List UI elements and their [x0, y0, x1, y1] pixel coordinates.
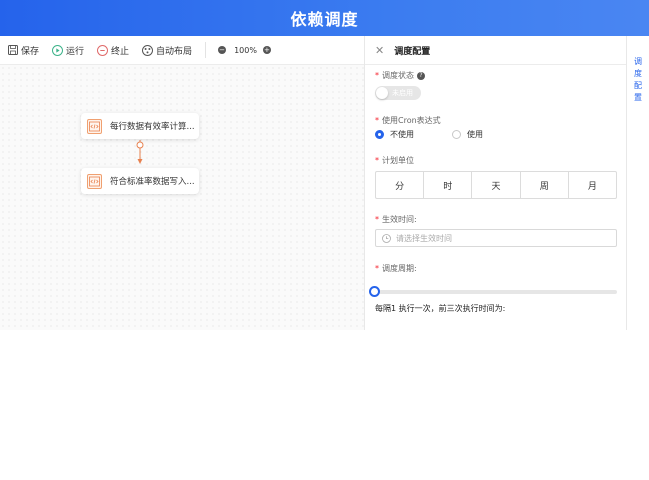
auto-layout-label: 自动布局	[156, 46, 193, 57]
radio-selected	[375, 130, 384, 139]
task-node-label: 符合标准率数据写入...	[110, 177, 195, 187]
zoom-in-button[interactable]: +	[262, 46, 271, 54]
required-mark: *	[375, 215, 379, 224]
unit-option-month[interactable]: 月	[569, 172, 616, 198]
zoom-control: − 100% +	[218, 46, 271, 55]
app-window: 依赖调度 保存 运行 终止 自动布局 − 100% + 每行数据有效率计算...…	[0, 0, 649, 330]
side-tab-strip: 调度配置	[626, 36, 649, 330]
cron-field-label: * 使用Cron表达式	[375, 116, 441, 125]
status-field-label: * 调度状态?	[375, 70, 425, 81]
save-button[interactable]: 保存	[8, 44, 39, 57]
close-icon[interactable]: ✕	[375, 44, 384, 57]
plan-unit-selector: 分 时 天 周 月	[375, 171, 617, 199]
toggle-text: 未启用	[392, 89, 413, 97]
stop-button[interactable]: 终止	[97, 44, 129, 57]
period-field-label: * 调度周期:	[375, 264, 417, 273]
play-icon	[52, 44, 64, 56]
effective-time-label: * 生效时间:	[375, 215, 417, 224]
run-button[interactable]: 运行	[52, 44, 84, 57]
stop-icon	[97, 44, 109, 56]
flow-edge	[136, 140, 144, 164]
unit-option-day[interactable]: 天	[472, 172, 521, 198]
auto-layout-icon	[142, 44, 154, 56]
auto-layout-button[interactable]: 自动布局	[142, 44, 192, 57]
unit-option-week[interactable]: 周	[521, 172, 569, 198]
effective-time-picker[interactable]: 请选择生效时间	[375, 229, 617, 247]
sql-task-icon	[87, 118, 102, 134]
help-icon[interactable]: ?	[417, 72, 425, 80]
panel-title: 调度配置	[394, 46, 431, 57]
task-node[interactable]: 符合标准率数据写入...	[81, 168, 199, 194]
unit-option-minute[interactable]: 分	[376, 172, 425, 198]
flow-canvas[interactable]: 每行数据有效率计算... 符合标准率数据写入...	[0, 65, 364, 330]
cron-radio-yes[interactable]: 使用	[452, 129, 483, 140]
run-label: 运行	[66, 46, 85, 57]
task-node-label: 每行数据有效率计算...	[110, 122, 195, 132]
tab-schedule-config[interactable]: 调度配置	[633, 56, 643, 104]
schedule-config-panel: ✕ 调度配置 * 调度状态? 未启用 * 使用Cron表达式 不使用 使用 * 计划单…	[364, 36, 626, 330]
period-slider-track[interactable]	[379, 290, 617, 294]
save-icon	[8, 45, 18, 55]
cron-radio-no[interactable]: 不使用	[375, 129, 414, 140]
schedule-status-toggle[interactable]: 未启用	[375, 86, 421, 100]
save-label: 保存	[21, 46, 40, 57]
effective-time-placeholder: 请选择生效时间	[396, 233, 452, 243]
header-bar: 依赖调度	[0, 0, 649, 36]
page-title: 依赖调度	[290, 10, 359, 29]
unit-option-hour[interactable]: 时	[424, 172, 473, 198]
required-mark: *	[375, 116, 379, 125]
period-slider-handle[interactable]	[369, 286, 380, 297]
required-mark: *	[375, 71, 379, 80]
toolbar-divider	[205, 42, 207, 58]
sql-task-icon	[87, 173, 102, 189]
panel-header: ✕ 调度配置	[365, 36, 626, 65]
toolbar: 保存 运行 终止 自动布局 − 100% +	[0, 36, 364, 65]
task-node[interactable]: 每行数据有效率计算...	[81, 113, 199, 139]
zoom-out-button[interactable]: −	[218, 46, 227, 54]
cron-radio-group: 不使用 使用	[375, 129, 521, 140]
stop-label: 终止	[111, 46, 130, 57]
unit-field-label: * 计划单位	[375, 156, 414, 165]
toggle-knob	[376, 87, 388, 99]
clock-icon	[382, 233, 391, 243]
radio-unselected	[452, 130, 461, 139]
zoom-level: 100%	[234, 45, 257, 55]
required-mark: *	[375, 156, 379, 165]
required-mark: *	[375, 264, 379, 273]
next-run-info: 每隔1 执行一次，前三次执行时间为:	[375, 304, 506, 313]
